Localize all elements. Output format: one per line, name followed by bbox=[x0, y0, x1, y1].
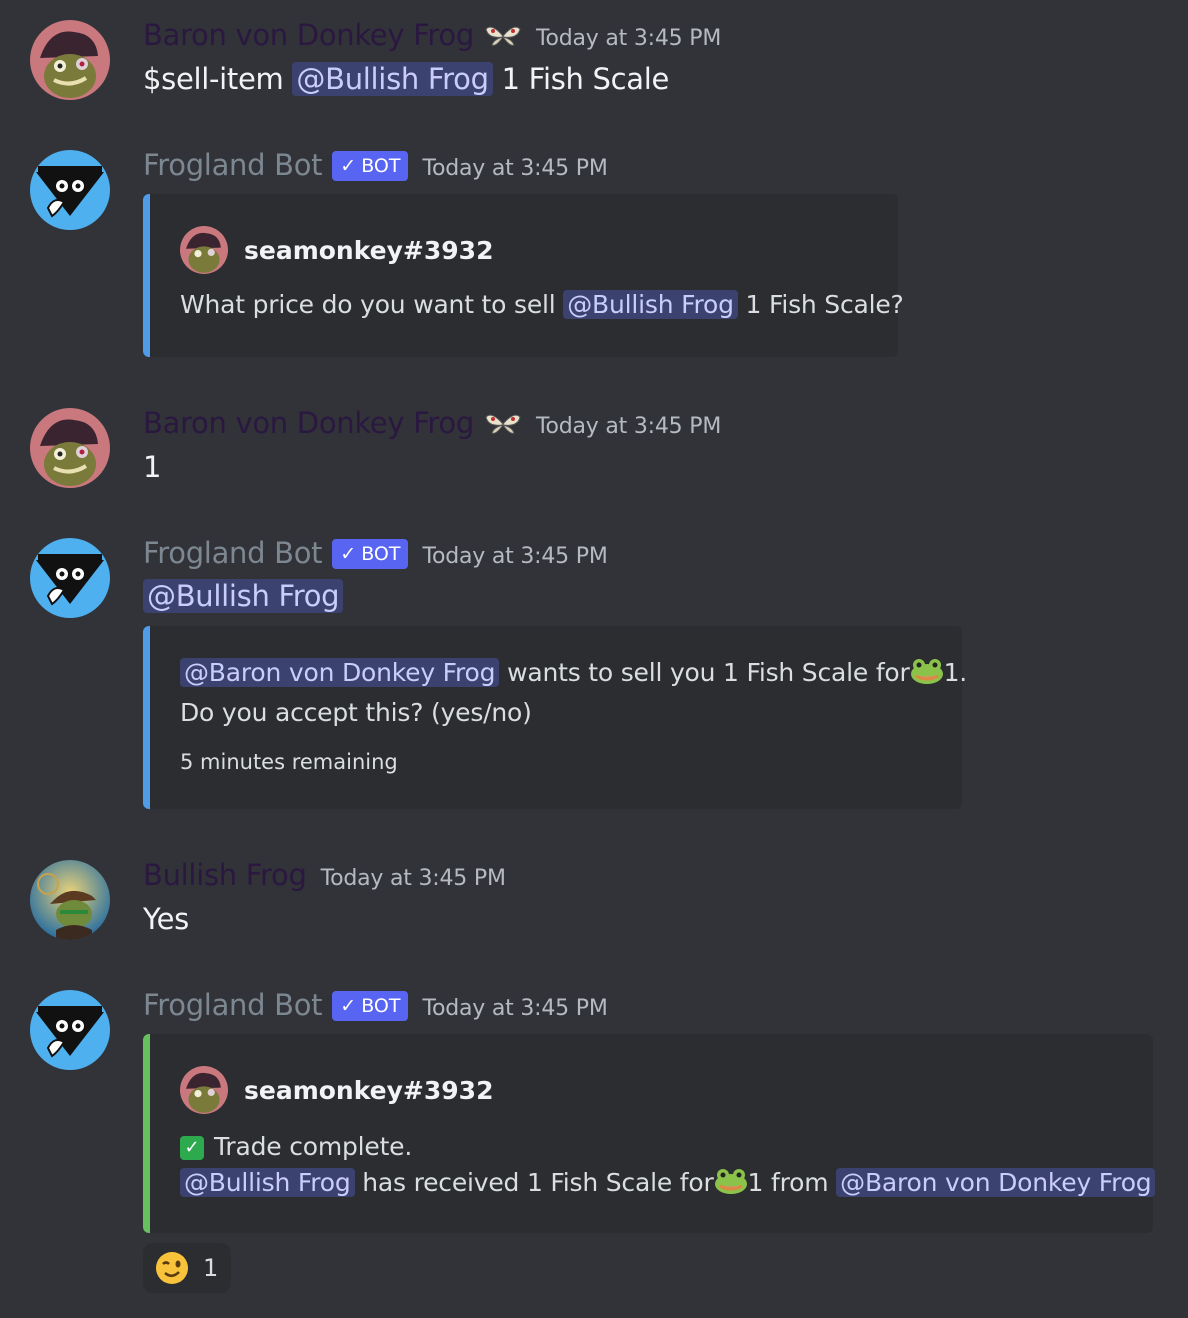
author-name[interactable]: Bullish Frog bbox=[143, 858, 307, 892]
check-mark-icon: ✓ bbox=[180, 1136, 204, 1160]
command-text: $sell-item bbox=[143, 62, 284, 96]
reaction-count: 1 bbox=[203, 1254, 219, 1282]
bot-badge: ✓ BOT bbox=[332, 151, 409, 181]
desc-text: 1. bbox=[943, 658, 968, 687]
bot-avatar[interactable] bbox=[30, 150, 110, 230]
embed: seamonkey#3932 What price do you want to… bbox=[143, 194, 904, 357]
author-name[interactable]: Frogland Bot bbox=[143, 536, 323, 570]
bot-badge: ✓ BOT bbox=[332, 539, 409, 569]
verified-check-icon: ✓ bbox=[340, 543, 357, 565]
embed-author-name[interactable]: seamonkey#3932 bbox=[244, 236, 493, 265]
embed-author-name[interactable]: seamonkey#3932 bbox=[244, 1076, 493, 1105]
message-text: 1 bbox=[143, 450, 162, 484]
timestamp: Today at 3:45 PM bbox=[320, 866, 506, 891]
frog-emoji-icon bbox=[910, 659, 943, 684]
frog-emoji-icon bbox=[714, 1169, 747, 1194]
bullish-avatar[interactable] bbox=[30, 860, 110, 940]
bot-avatar[interactable] bbox=[30, 990, 110, 1070]
author-name[interactable]: Frogland Bot bbox=[143, 988, 323, 1022]
desc-text: has received 1 Fish Scale for bbox=[362, 1168, 714, 1197]
user-mention[interactable]: @Baron von Donkey Frog bbox=[180, 658, 500, 687]
desc-text: Trade complete. bbox=[214, 1132, 413, 1161]
verified-check-icon: ✓ bbox=[340, 155, 357, 177]
embed-footer: 5 minutes remaining bbox=[180, 750, 398, 774]
user-mention[interactable]: @Baron von Donkey Frog bbox=[836, 1168, 1156, 1197]
embed-description-line1: ✓ Trade complete. bbox=[180, 1132, 412, 1161]
reaction-button[interactable]: 1 bbox=[143, 1243, 231, 1293]
user-mention[interactable]: @Bullish Frog bbox=[292, 62, 493, 96]
timestamp: Today at 3:45 PM bbox=[535, 414, 722, 439]
butterfly-icon bbox=[485, 26, 521, 46]
baron-avatar[interactable] bbox=[30, 408, 110, 488]
message-content: @Bullish Frog bbox=[143, 579, 344, 613]
author-name[interactable]: Frogland Bot bbox=[143, 148, 323, 182]
embed: seamonkey#3932 ✓ Trade complete. @Bullish… bbox=[143, 1034, 1156, 1233]
embed-author-avatar bbox=[180, 226, 228, 274]
user-mention[interactable]: @Bullish Frog bbox=[180, 1168, 355, 1197]
timestamp: Today at 3:45 PM bbox=[422, 156, 608, 181]
verified-check-icon: ✓ bbox=[340, 995, 357, 1017]
embed-author-avatar bbox=[180, 1066, 228, 1114]
bot-avatar[interactable] bbox=[30, 538, 110, 618]
author-name[interactable]: Baron von Donkey Frog bbox=[143, 406, 474, 440]
baron-avatar[interactable] bbox=[30, 20, 110, 100]
message-text: 1 Fish Scale bbox=[501, 62, 670, 96]
timestamp: Today at 3:45 PM bbox=[422, 996, 608, 1021]
embed-description-line1: @Baron von Donkey Frog wants to sell you… bbox=[180, 658, 967, 687]
winking-face-icon bbox=[156, 1252, 188, 1284]
embed: @Baron von Donkey Frog wants to sell you… bbox=[143, 626, 967, 809]
embed-description-line2: Do you accept this? (yes/no) bbox=[180, 698, 532, 727]
embed-description-line2: @Bullish Frog has received 1 Fish Scale … bbox=[180, 1168, 1156, 1197]
timestamp: Today at 3:45 PM bbox=[535, 26, 722, 51]
message-text: Yes bbox=[143, 902, 189, 936]
author-name[interactable]: Baron von Donkey Frog bbox=[143, 18, 474, 52]
butterfly-icon bbox=[485, 414, 521, 434]
desc-text: wants to sell you 1 Fish Scale for bbox=[507, 658, 910, 687]
user-mention[interactable]: @Bullish Frog bbox=[143, 579, 344, 613]
user-mention[interactable]: @Bullish Frog bbox=[563, 290, 738, 319]
desc-text: 1 from bbox=[747, 1168, 829, 1197]
embed-description: What price do you want to sell @Bullish … bbox=[180, 290, 904, 319]
desc-text: What price do you want to sell bbox=[180, 290, 556, 319]
desc-text: 1 Fish Scale? bbox=[745, 290, 904, 319]
timestamp: Today at 3:45 PM bbox=[422, 544, 608, 569]
bot-badge: ✓ BOT bbox=[332, 991, 409, 1021]
message-content: $sell-item @Bullish Frog 1 Fish Scale bbox=[143, 62, 669, 96]
